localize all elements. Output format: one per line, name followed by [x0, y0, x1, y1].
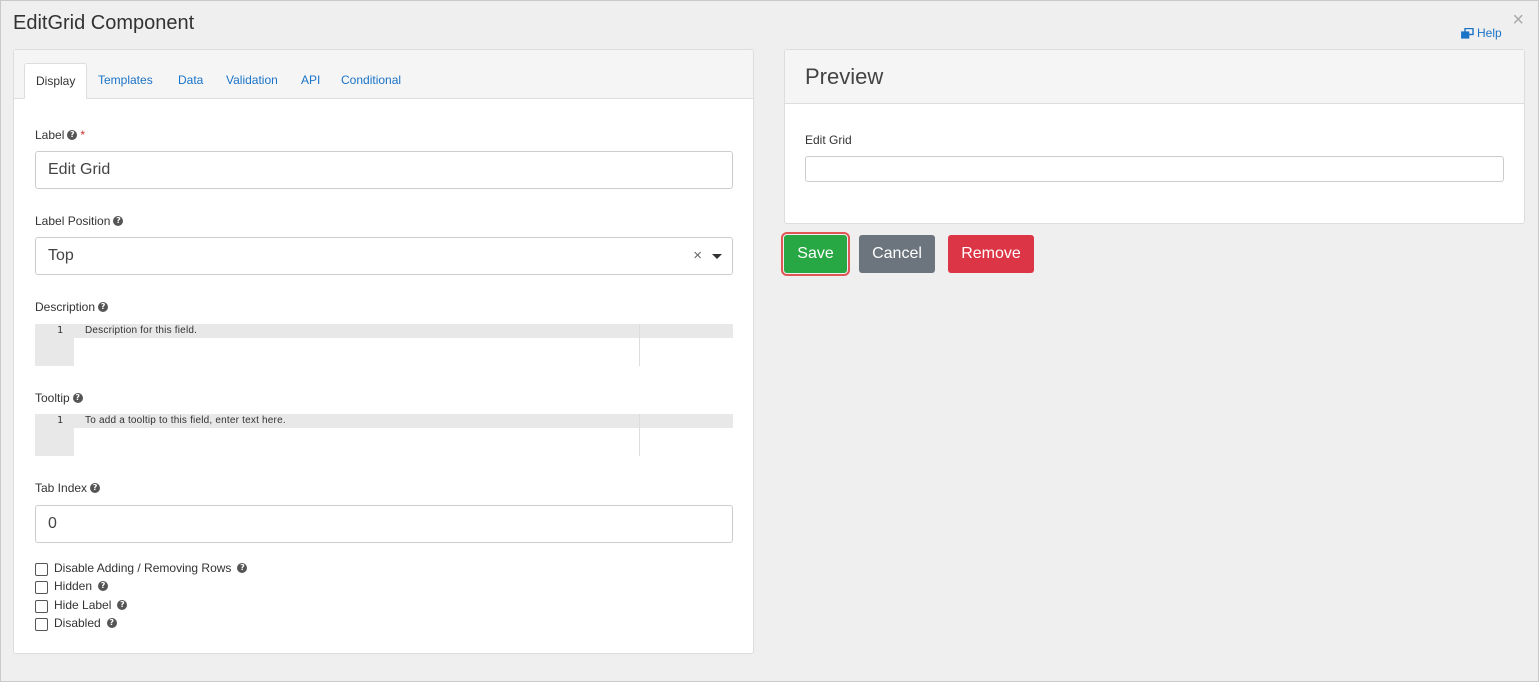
- help-label: Help: [1477, 26, 1502, 40]
- clear-icon[interactable]: ×: [693, 238, 702, 274]
- tab-index-input[interactable]: 0: [35, 505, 733, 543]
- preview-edit-grid[interactable]: [805, 156, 1504, 182]
- tooltip-title: Tooltip: [35, 391, 70, 405]
- settings-panel: Display Templates Data Validation API Co…: [13, 49, 754, 654]
- tab-templates[interactable]: Templates: [87, 63, 164, 99]
- tab-index-title: Tab Index: [35, 481, 88, 495]
- print-margin: [639, 324, 640, 366]
- tab-display[interactable]: Display: [24, 63, 88, 99]
- question-circle-icon: ?: [113, 216, 124, 226]
- tab-conditional[interactable]: Conditional: [330, 63, 412, 99]
- question-circle-icon: ?: [117, 600, 128, 610]
- print-margin: [639, 414, 640, 456]
- tab-data[interactable]: Data: [167, 63, 214, 99]
- description-label: Description ?: [35, 300, 109, 314]
- question-circle-icon: ?: [98, 581, 109, 591]
- question-circle-icon: ?: [67, 130, 78, 140]
- preview-title: Preview: [805, 64, 884, 89]
- cancel-button[interactable]: Cancel: [859, 235, 935, 273]
- description-title: Description: [35, 300, 96, 314]
- question-circle-icon: ?: [90, 483, 101, 493]
- question-circle-icon: ?: [72, 393, 83, 403]
- checkbox-hidden[interactable]: Hidden ?: [35, 578, 109, 594]
- question-circle-icon: ?: [98, 302, 109, 312]
- description-placeholder: Description for this field.: [85, 325, 198, 336]
- tab-index-label: Tab Index ?: [35, 481, 101, 495]
- close-icon[interactable]: ×: [1512, 10, 1524, 30]
- modal-title: EditGrid Component: [13, 12, 195, 34]
- preview-panel: Preview Edit Grid: [784, 49, 1525, 224]
- settings-tabs: Display Templates Data Validation API Co…: [14, 50, 753, 99]
- caret-down-icon[interactable]: [712, 254, 722, 259]
- label-position-label: Label Position ?: [35, 214, 124, 228]
- question-circle-icon: ?: [106, 618, 117, 628]
- preview-field-label: Edit Grid: [805, 133, 852, 147]
- tooltip-placeholder: To add a tooltip to this field, enter te…: [85, 415, 286, 426]
- checkbox-label: Hide Label: [54, 598, 112, 612]
- preview-header: Preview: [785, 50, 1524, 104]
- line-number: 1: [56, 415, 63, 426]
- checkbox-label: Disable Adding / Removing Rows: [54, 561, 232, 575]
- label-position-title: Label Position: [35, 214, 111, 228]
- label-position-value: Top: [48, 247, 74, 264]
- checkbox[interactable]: [35, 581, 48, 594]
- description-editor[interactable]: 1 Description for this field.: [35, 324, 733, 366]
- question-circle-icon: ?: [237, 563, 248, 573]
- required-mark: *: [80, 128, 86, 142]
- tooltip-editor[interactable]: 1 To add a tooltip to this field, enter …: [35, 414, 733, 456]
- label-title: Label: [35, 128, 65, 142]
- label-field-label: Label ? *: [35, 128, 85, 142]
- tab-validation[interactable]: Validation: [215, 63, 289, 99]
- external-window-icon: [1461, 27, 1474, 39]
- checkbox[interactable]: [35, 600, 48, 613]
- label-position-select[interactable]: Top ×: [35, 237, 733, 275]
- remove-button[interactable]: Remove: [948, 235, 1034, 273]
- checkbox-hide-label[interactable]: Hide Label ?: [35, 597, 128, 613]
- checkbox-disabled[interactable]: Disabled ?: [35, 615, 117, 631]
- tab-api[interactable]: API: [290, 63, 331, 99]
- line-number: 1: [56, 325, 63, 336]
- component-modal: EditGrid Component × Help Display Templa…: [0, 0, 1539, 682]
- checkbox-label: Disabled: [54, 616, 101, 630]
- tooltip-label: Tooltip ?: [35, 391, 83, 405]
- help-link[interactable]: Help: [1461, 26, 1502, 40]
- checkbox-label: Hidden: [54, 579, 93, 593]
- label-input[interactable]: Edit Grid: [35, 151, 733, 189]
- save-button[interactable]: Save: [781, 232, 850, 276]
- checkbox[interactable]: [35, 618, 48, 631]
- checkbox[interactable]: [35, 563, 48, 576]
- checkbox-disable-adding-removing-rows[interactable]: Disable Adding / Removing Rows ?: [35, 560, 248, 576]
